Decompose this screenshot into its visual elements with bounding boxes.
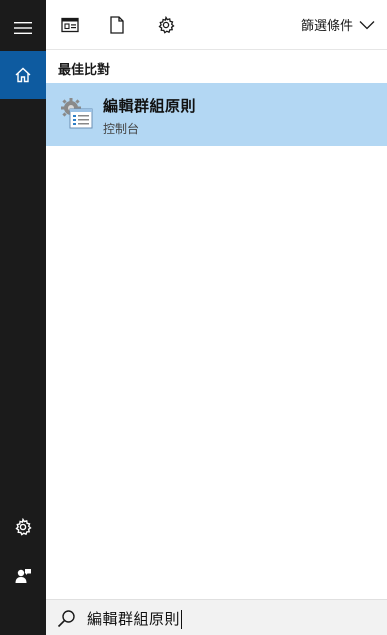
gear-icon [15,518,32,536]
home-icon [15,67,31,83]
left-rail [0,0,46,635]
document-icon [110,16,124,34]
best-match-heading: 最佳比對 [58,63,111,78]
top-toolbar: 篩選條件 [46,0,387,50]
search-input[interactable]: 編輯群組原則 [87,608,183,629]
documents-filter-button[interactable] [105,13,129,37]
best-match-result[interactable]: 編輯群組原則 控制台 [46,83,387,146]
apps-icon [61,17,79,33]
hamburger-menu-icon [14,22,32,34]
group-policy-icon [61,98,93,129]
gear-icon [158,16,175,34]
search-box[interactable]: 編輯群組原則 [46,599,387,635]
filter-dropdown[interactable]: 篩選條件 [301,15,375,34]
settings-button[interactable] [0,503,46,551]
search-icon [57,610,75,628]
person-feedback-icon [15,569,31,583]
home-button[interactable] [0,51,46,99]
apps-filter-button[interactable] [58,13,82,37]
menu-button[interactable] [0,4,46,52]
settings-filter-button[interactable] [154,13,178,37]
search-query: 編輯群組原則 [87,610,181,628]
result-subtitle: 控制台 [103,122,140,136]
filter-label: 篩選條件 [300,19,353,34]
text-caret [181,610,183,629]
chevron-down-icon [359,20,375,29]
result-title: 編輯群組原則 [103,97,197,115]
feedback-button[interactable] [0,552,46,600]
